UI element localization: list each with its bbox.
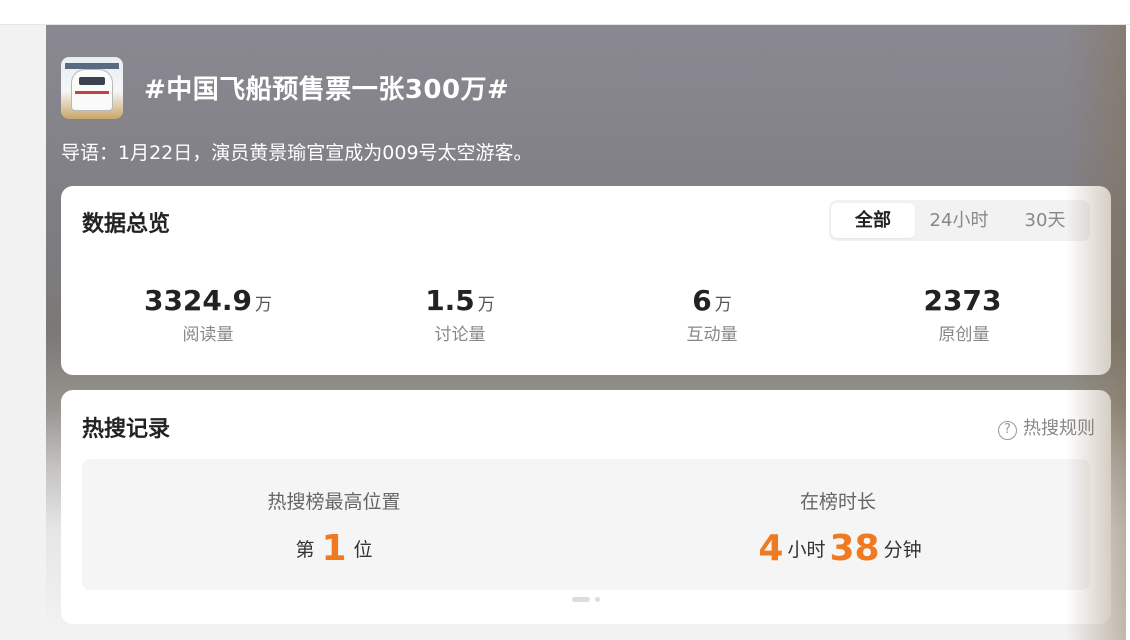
stat-unit: 万 <box>255 295 273 315</box>
top-bar <box>0 0 1130 25</box>
stat-interactions: 6万 互动量 <box>592 284 832 345</box>
peak-label: 热搜榜最高位置 <box>267 491 401 513</box>
stat-label: 讨论量 <box>434 325 486 345</box>
hot-search-title: 热搜记录 <box>82 417 171 442</box>
left-gutter <box>0 25 46 640</box>
data-overview-card: 数据总览 全部 24小时 30天 3324.9 万 阅读量 1.5 万 讨论量 6万… <box>61 186 1111 375</box>
stat-unit: 万 <box>477 295 495 315</box>
topic-panel: #中国飞船预售票一张300万# 导语：1月22日，演员黄景瑜官宣成为009号太空… <box>46 25 1126 640</box>
duration-label: 在榜时长 <box>799 491 876 513</box>
tab-24h[interactable]: 24小时 <box>919 203 999 238</box>
page-dot-active[interactable] <box>572 597 590 602</box>
stat-value: 6 <box>692 284 712 317</box>
stat-label: 互动量 <box>686 325 738 345</box>
minutes-unit: 分钟 <box>883 539 922 561</box>
overview-title: 数据总览 <box>82 212 171 237</box>
hot-search-record-box: 热搜榜最高位置 第1位 在榜时长 4 小时 38 分钟 <box>82 459 1090 590</box>
stat-label: 阅读量 <box>182 325 234 345</box>
hot-search-rules-link[interactable]: ? 热搜规则 <box>998 414 1095 440</box>
duration-hours: 4 <box>758 528 784 569</box>
thumbnail-capsule <box>71 69 113 111</box>
duration-on-list: 在榜时长 4 小时 38 分钟 <box>586 487 1090 569</box>
question-icon: ? <box>998 421 1017 440</box>
stat-value: 1.5 <box>425 284 475 317</box>
hours-unit: 小时 <box>787 539 826 561</box>
stat-unit: 万 <box>714 295 732 315</box>
page-dot[interactable] <box>595 597 600 602</box>
duration-minutes: 38 <box>829 528 880 569</box>
peak-suffix: 位 <box>353 539 373 561</box>
spacecraft-thumbnail <box>61 57 123 119</box>
stat-value: 2373 <box>923 284 1002 317</box>
hot-search-card: 热搜记录 ? 热搜规则 热搜榜最高位置 第1位 在榜时长 4 小时 38 分钟 <box>61 390 1111 624</box>
stat-reads: 3324.9 万 阅读量 <box>88 284 328 345</box>
peak-prefix: 第 <box>295 539 315 561</box>
time-range-tabs: 全部 24小时 30天 <box>829 200 1090 241</box>
peak-position: 热搜榜最高位置 第1位 <box>82 487 586 569</box>
topic-intro: 导语：1月22日，演员黄景瑜官宣成为009号太空游客。 <box>61 142 533 164</box>
thumbnail-window <box>79 77 105 85</box>
tab-all[interactable]: 全部 <box>831 203 915 238</box>
topic-title: #中国飞船预售票一张300万# <box>144 75 510 105</box>
stat-discussions: 1.5 万 讨论量 <box>340 284 580 345</box>
stat-label: 原创量 <box>938 325 990 345</box>
stat-originals: 2373 原创量 <box>844 284 1084 345</box>
tab-30d[interactable]: 30天 <box>1005 203 1085 238</box>
peak-value: 1 <box>321 528 347 569</box>
rules-label: 热搜规则 <box>1023 418 1095 439</box>
stat-value: 3324.9 <box>143 284 253 317</box>
thumbnail-stripe <box>75 91 109 94</box>
